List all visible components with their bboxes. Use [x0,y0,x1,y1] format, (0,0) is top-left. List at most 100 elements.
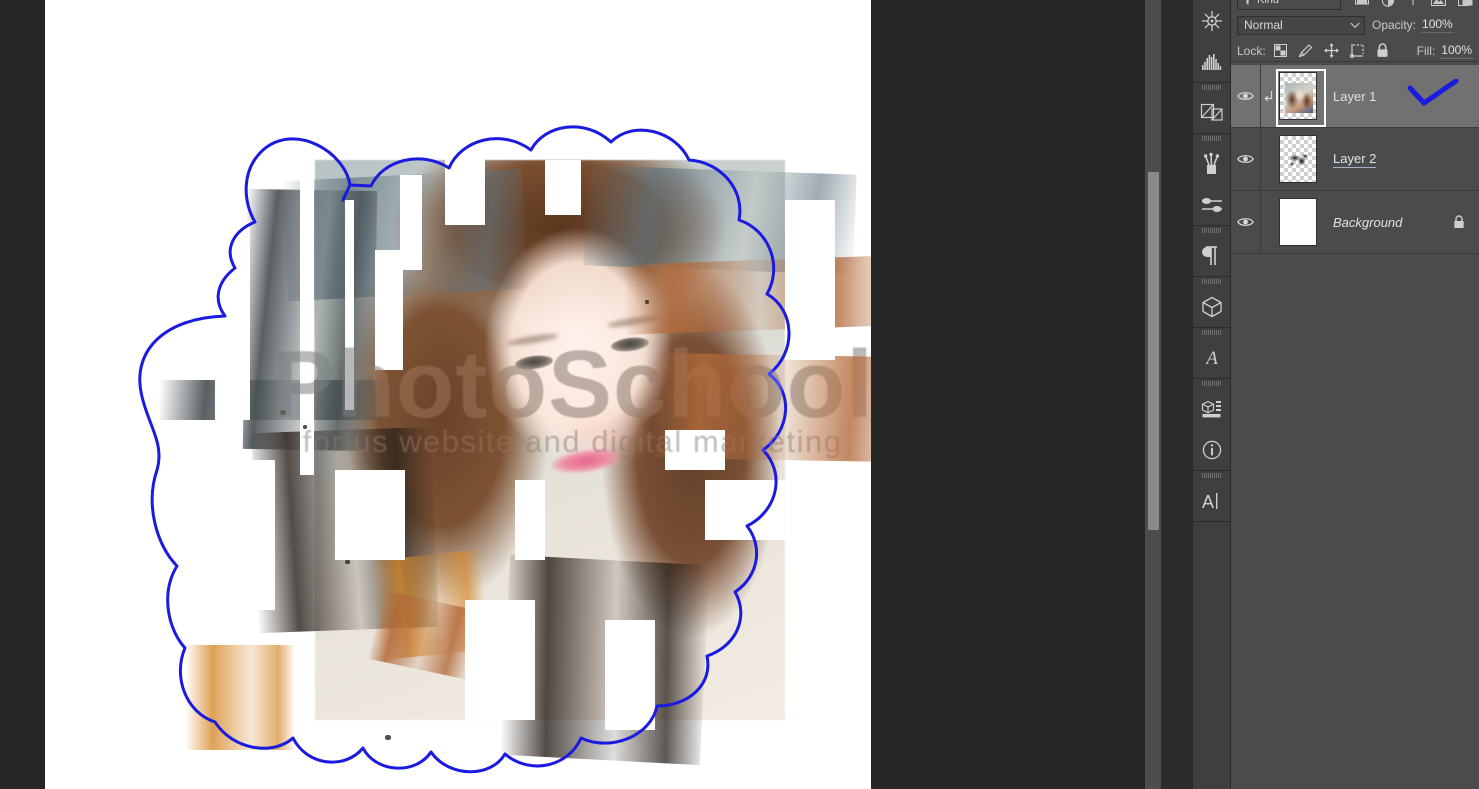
layers-panel[interactable]: Kind T [1231,0,1479,789]
document-canvas-area[interactable]: PhotoSchool for us website and digital m… [0,0,1145,789]
svg-text:A: A [1201,492,1213,512]
layer-filter-row[interactable]: Kind T [1231,0,1479,12]
lock-artboard-icon[interactable] [1349,43,1365,58]
layer-row-1[interactable]: Layer 1 [1231,65,1479,128]
rail-grip-2[interactable] [1193,83,1230,92]
filter-type-icon[interactable]: T [1407,0,1419,7]
layer-thumbnail-1[interactable] [1279,72,1317,120]
chevron-down-icon [1350,22,1360,28]
layer-row-2[interactable]: Layer 2 [1231,128,1479,191]
canvas-sheet[interactable] [45,0,871,789]
layer-visibility-toggle-1[interactable] [1231,65,1261,127]
layer-list[interactable]: Layer 1 Layer 2 Background [1231,65,1479,254]
rail-group-8: A [1193,471,1230,522]
rail-group-1 [1193,0,1230,83]
eyebrow-left [506,331,560,348]
rail-grip-8[interactable] [1193,471,1230,480]
mask-shred-6 [665,430,725,470]
3d-panel-icon[interactable] [1193,0,1230,41]
ink-speck-3 [345,560,350,564]
clipping-arrow-icon [1263,90,1272,101]
photoshop-window: PhotoSchool for us website and digital m… [0,0,1479,789]
svg-text:T: T [1409,0,1417,7]
mask-shred-10 [465,600,535,720]
panel-icon-rail[interactable]: A A [1192,0,1231,789]
rail-grip-3[interactable] [1193,134,1230,143]
layer-thumbnail-2[interactable] [1279,135,1317,183]
ink-speck-1 [280,410,286,415]
layer-name-2[interactable]: Layer 2 [1333,151,1377,168]
mask-shred-9 [235,460,275,610]
ink-speck-5 [645,300,649,304]
layer-row-3[interactable]: Background [1231,191,1479,254]
adjustments-icon[interactable] [1193,92,1230,133]
brushes-icon[interactable] [1193,143,1230,184]
rail-grip-5[interactable] [1193,277,1230,286]
right-gutter [1161,0,1192,789]
mask-shred-15 [515,480,545,560]
layer-visibility-toggle-3[interactable] [1231,191,1261,253]
brush-settings-icon[interactable] [1193,184,1230,225]
filter-pixel-icon[interactable] [1355,0,1369,6]
thumbnail-blob-content [1288,150,1310,170]
svg-text:A: A [1204,348,1218,369]
opacity-value[interactable]: 100% [1421,17,1454,33]
layer-name-3[interactable]: Background [1333,215,1402,230]
brush-stroke-dark-2 [160,380,390,420]
lips [549,445,623,477]
glyphs-icon[interactable]: A [1193,337,1230,378]
opacity-label: Opacity: [1372,18,1417,32]
filter-kind-select[interactable]: Kind [1237,0,1341,10]
layer-visibility-toggle-2[interactable] [1231,128,1261,190]
lock-icon [1454,215,1464,228]
mask-shred-2 [345,200,354,410]
layer-thumbnail-wrap-2[interactable] [1275,133,1321,186]
mask-shred-1 [300,175,314,475]
layer-thumbnail-3[interactable] [1279,198,1317,246]
measurement-log-icon[interactable] [1193,388,1230,429]
blend-mode-row[interactable]: Normal Opacity: 100% [1231,13,1479,37]
blend-mode-select[interactable]: Normal [1237,15,1365,35]
3d-cube-icon[interactable] [1193,286,1230,327]
lock-row[interactable]: Lock: Fill: 100% [1231,40,1479,62]
eye-icon [1237,218,1254,226]
mask-shred-14 [400,175,422,270]
filter-shape-icon[interactable] [1431,0,1446,7]
mask-shred-13 [215,220,250,420]
rail-grip-7[interactable] [1193,379,1230,388]
fill-label: Fill: [1416,43,1436,58]
filter-type-icons[interactable]: T [1355,0,1473,7]
lock-image-icon[interactable] [1298,43,1313,58]
lock-transparency-icon[interactable] [1273,44,1287,57]
ink-speck-2 [303,425,307,429]
rail-group-7 [1193,379,1230,471]
character-icon[interactable]: A [1193,480,1230,521]
mask-shred-8 [335,470,405,560]
lock-position-icon[interactable] [1323,43,1339,58]
rail-grip-4[interactable] [1193,226,1230,235]
annotation-check-mark [1407,79,1459,106]
paragraph-icon[interactable] [1193,235,1230,276]
mask-shred-5 [545,160,581,215]
eye-icon [1237,92,1254,100]
lock-icons[interactable] [1273,43,1389,58]
layer-thumbnail-wrap-1[interactable] [1275,68,1326,127]
eye-icon [1237,155,1254,163]
filter-smart-icon[interactable] [1458,0,1473,7]
layer-thumbnail-wrap-3[interactable] [1275,196,1321,249]
scrollbar-thumb[interactable] [1148,172,1159,530]
histogram-icon[interactable] [1193,41,1230,82]
mask-shred-4 [445,155,485,225]
eye-left [514,353,554,372]
lock-all-icon[interactable] [1376,43,1389,58]
lock-label: Lock: [1237,43,1266,58]
info-icon[interactable] [1193,429,1230,470]
layer-locked-badge [1453,215,1465,229]
canvas-vertical-scrollbar[interactable] [1145,0,1161,789]
mask-shred-7 [705,480,785,540]
rail-grip-6[interactable] [1193,328,1230,337]
filter-adjustment-icon[interactable] [1381,0,1395,7]
fill-value[interactable]: 100% [1440,43,1473,59]
layer-name-1[interactable]: Layer 1 [1333,89,1376,104]
filter-kind-label: Kind [1257,0,1280,6]
